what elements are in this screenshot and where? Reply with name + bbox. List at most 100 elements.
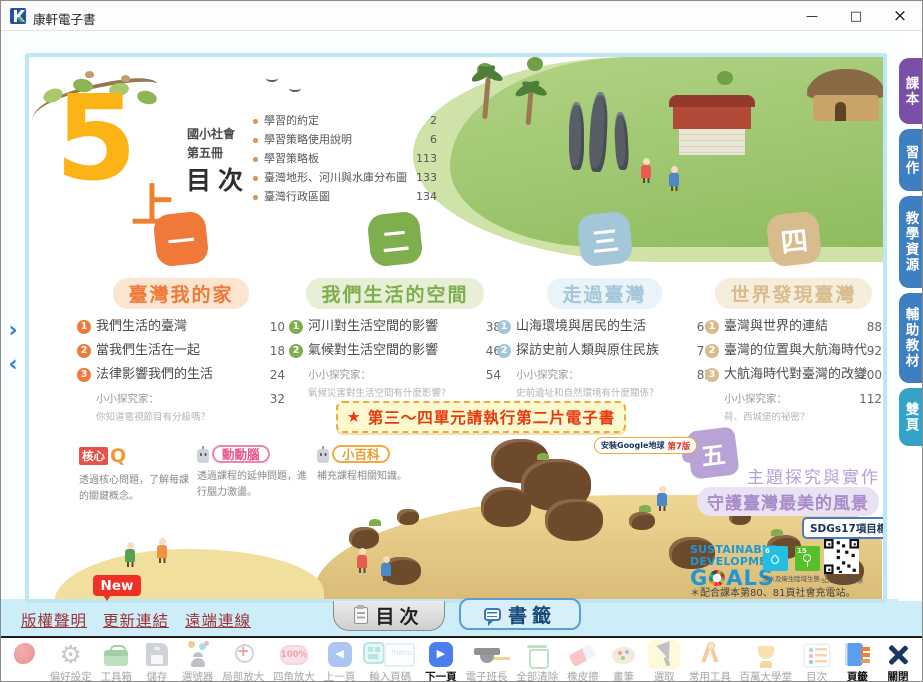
- grade-number: 5: [55, 85, 137, 191]
- entry-title: 學習策略使用說明: [264, 133, 352, 146]
- tree-icon: [477, 63, 493, 77]
- explorer-question: 荷、西城堡的祕密？: [705, 409, 882, 423]
- corner-zoom-button[interactable]: 100% 四角放大: [273, 640, 315, 682]
- entry-number-badge: 2: [497, 344, 511, 358]
- entry-number-badge: 2: [77, 344, 91, 358]
- gear-icon: [55, 640, 87, 669]
- hut-roof: [807, 69, 883, 99]
- explorer-page: 32: [270, 392, 285, 406]
- entry-page: 10: [270, 320, 285, 335]
- toolbar: 偏好設定 工具箱 儲存 選號器: [1, 636, 922, 682]
- google-earth-badge: 安裝Google地球 第7版: [594, 437, 697, 454]
- explorer-question: 史前遺址和自然環境有什麼關係？: [497, 385, 712, 399]
- legend-encyclopedia: 小百科 補充課程相關知識。: [317, 445, 421, 485]
- side-tab-textbook[interactable]: 課本: [899, 58, 922, 124]
- unit-numeral: 一: [166, 218, 197, 260]
- explorer-label: 小小探究家：: [308, 369, 371, 381]
- rock: [629, 512, 655, 530]
- entry-page: 134: [416, 191, 437, 204]
- preferences-button[interactable]: 偏好設定: [50, 640, 92, 682]
- page-tabs-button[interactable]: 頁籤: [841, 640, 873, 682]
- entry-title: 臺灣與世界的連結: [724, 319, 828, 334]
- content-area: 5 上 國小社會 第五冊 目次 學習的約定 2: [1, 31, 922, 636]
- entry-title: 臺灣的位置與大航海時代: [724, 343, 867, 358]
- toolbar-button-label: 偏好設定: [50, 669, 92, 682]
- toc-list-icon: [801, 640, 833, 669]
- rock: [381, 557, 421, 585]
- entry-page: 24: [270, 368, 285, 383]
- toc-entry: 1 河川對生活空間的影響 38: [289, 319, 501, 334]
- page-input-button[interactable]: menu 輸入頁碼: [364, 640, 416, 682]
- toolbar-button-label: 百萬大學堂: [740, 669, 793, 682]
- entry-page: 2: [430, 115, 437, 128]
- stamp-rose-button[interactable]: [9, 640, 41, 669]
- toc-entry: 2 氣候對生活空間的影響 46: [289, 343, 501, 358]
- side-tab-workbook[interactable]: 習作: [899, 129, 922, 191]
- explorer-entry: 小小探究家： 32: [77, 391, 285, 406]
- toolbar-button-label: 常用工具: [689, 669, 731, 682]
- toolbox-button[interactable]: 工具箱: [100, 640, 132, 682]
- toolbar-button-label: 四角放大: [273, 669, 315, 682]
- grass-tuft: [537, 453, 549, 460]
- entry-title: 氣候對生活空間的影響: [308, 343, 438, 358]
- banner-text: 第三～四單元請執行第二片電子書: [368, 406, 616, 428]
- close-button[interactable]: 關閉: [882, 640, 914, 682]
- sdg-number: 6: [765, 547, 770, 555]
- region-zoom-button[interactable]: 局部放大: [222, 640, 264, 682]
- walker-figure: [357, 555, 367, 568]
- bullet-icon: [253, 119, 258, 124]
- bookmark-bottom-tab[interactable]: 書籤: [459, 598, 581, 630]
- minimize-button[interactable]: —: [790, 1, 834, 31]
- toc-heading: 目次: [186, 161, 250, 197]
- select-icon: [648, 640, 680, 669]
- nav-arrow-left-icon[interactable]: ‹: [4, 353, 22, 379]
- e-class-leader-button[interactable]: 電子班長: [466, 640, 508, 682]
- save-icon: [141, 640, 173, 669]
- eraser-button[interactable]: 橡皮擦: [567, 640, 599, 682]
- new-badge: New: [93, 575, 141, 596]
- hut-door: [835, 102, 846, 121]
- water-drop-icon: [769, 554, 780, 565]
- number-picker-button[interactable]: 選號器: [182, 640, 214, 682]
- rose-icon: [9, 640, 41, 669]
- entry-title: 探訪史前人類與原住民族: [516, 343, 659, 358]
- explorer-label: 小小探究家：: [516, 369, 579, 381]
- app-logo-icon: [10, 8, 26, 24]
- common-tools-button[interactable]: 常用工具: [689, 640, 731, 682]
- entry-page: 113: [416, 153, 437, 166]
- remote-link[interactable]: 遠端連線: [185, 609, 251, 631]
- million-quiz-button[interactable]: 百萬大學堂: [740, 640, 793, 682]
- core-q-letter: Q: [110, 445, 126, 467]
- entry-page: 88: [867, 320, 882, 335]
- brush-button[interactable]: 畫筆: [608, 640, 640, 682]
- unit-4-title: 世界發現臺灣: [715, 278, 871, 309]
- close-window-button[interactable]: ×: [878, 1, 922, 31]
- select-button[interactable]: 選取: [648, 640, 680, 682]
- brush-icon: [608, 640, 640, 669]
- side-tab-dual-page[interactable]: 雙頁: [899, 388, 922, 446]
- palm-tree-icon: [526, 91, 534, 125]
- toc-bottom-tab[interactable]: 目次: [333, 601, 445, 631]
- walker-figure: [125, 549, 135, 562]
- maximize-button[interactable]: □: [834, 1, 878, 31]
- nav-arrow-right-icon[interactable]: ›: [4, 319, 22, 345]
- update-link[interactable]: 更新連結: [103, 609, 169, 631]
- side-tab-supplementary[interactable]: 輔助教材: [899, 293, 922, 383]
- sdg-15-label: 陸域生態: [794, 573, 820, 583]
- bullet-icon: [253, 157, 258, 162]
- front-matter-entry: 學習策略板 113: [253, 153, 437, 166]
- next-page-button[interactable]: 下一頁: [425, 640, 457, 682]
- copyright-link[interactable]: 版權聲明: [21, 609, 87, 631]
- clear-all-button[interactable]: 全部清除: [516, 640, 558, 682]
- entry-page: 18: [270, 344, 285, 359]
- toc-button[interactable]: 目次: [801, 640, 833, 682]
- toolbar-button-label: 橡皮擦: [567, 669, 599, 682]
- common-tools-icon: [694, 640, 726, 669]
- prev-page-icon: [324, 640, 356, 669]
- prev-page-button[interactable]: 上一頁: [324, 640, 356, 682]
- unit-2-icon: 二: [366, 210, 423, 267]
- save-button[interactable]: 儲存: [141, 640, 173, 682]
- unit-column-1: 一 臺灣我的家 1 我們生活的臺灣 10 2 當我們生活在一起 18: [77, 213, 285, 423]
- toc-entry: 1 山海環境與居民的生活 60: [497, 319, 712, 334]
- side-tab-teaching-resources[interactable]: 教學資源: [899, 196, 922, 288]
